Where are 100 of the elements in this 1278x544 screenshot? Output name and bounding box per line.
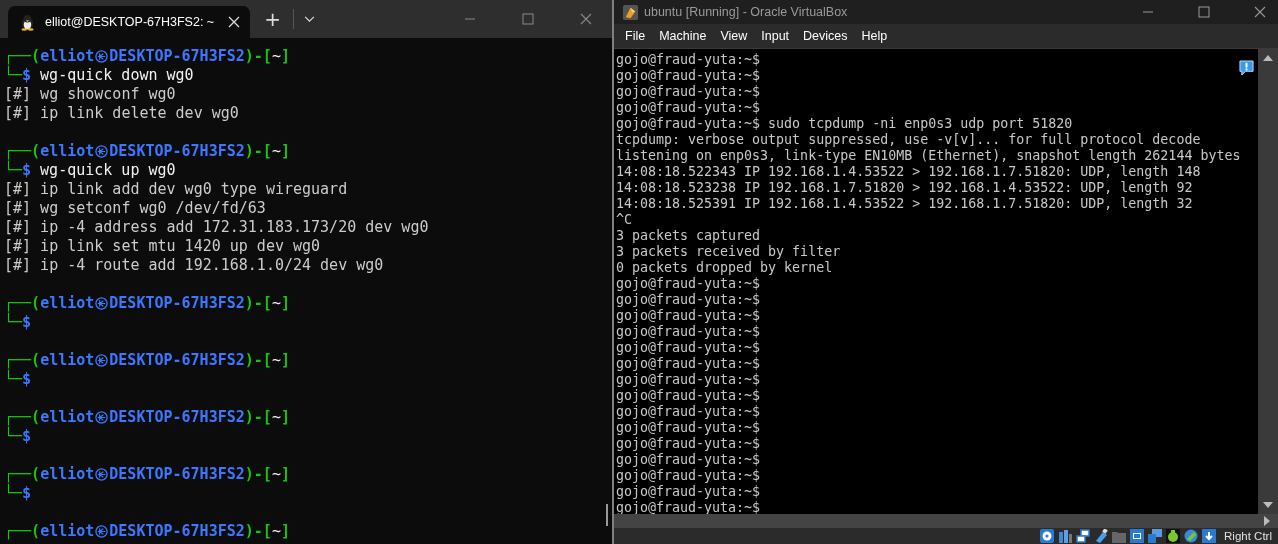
- maximize-icon[interactable]: [522, 13, 534, 25]
- console-line: gojo@fraud-yuta:~$: [616, 100, 761, 116]
- screens-icon[interactable]: [1148, 529, 1163, 543]
- vertical-scrollbar[interactable]: [1258, 49, 1278, 514]
- prompt-frame: └─: [4, 313, 23, 332]
- hostname: DESKTOP-67H3FS2: [109, 465, 245, 484]
- host-key-label: Right Ctrl: [1224, 530, 1272, 542]
- prompt-frame: ┌──(: [4, 47, 41, 66]
- dollar-sign: $: [22, 66, 32, 85]
- circled-symbol-icon: [95, 354, 109, 367]
- scroll-down-icon[interactable]: [1263, 502, 1273, 508]
- output-line: [#] ip link delete dev wg0: [4, 104, 239, 123]
- hostname: DESKTOP-67H3FS2: [109, 142, 245, 161]
- console-line: ^C: [616, 212, 632, 228]
- hostname: DESKTOP-67H3FS2: [109, 47, 245, 66]
- menu-item[interactable]: Machine: [652, 29, 714, 43]
- prompt-separator: )-[: [244, 142, 272, 161]
- console-line: 14:08:18.523238 IP 192.168.1.7.51820 > 192.168.1.4.53522: UDP, length 92: [616, 180, 1193, 196]
- output-line: [#] wg setconf wg0 /dev/fd/63: [4, 199, 266, 218]
- prompt-frame: └─: [4, 66, 23, 85]
- prompt-separator: )-[: [244, 47, 272, 66]
- console-line: 3 packets captured: [616, 228, 761, 244]
- console-line: gojo@fraud-yuta:~$: [616, 404, 761, 420]
- prompt-frame: └─: [4, 427, 23, 446]
- console-line: gojo@fraud-yuta:~$: [616, 308, 761, 324]
- prompt-frame: └─: [4, 370, 23, 389]
- output-line: [#] ip link add dev wg0 type wireguard: [4, 180, 348, 199]
- prompt-frame: ┌──(: [4, 294, 41, 313]
- console-line: gojo@fraud-yuta:~$: [616, 340, 761, 356]
- optical-disc-icon[interactable]: [1040, 529, 1055, 543]
- prompt-separator: )-[: [244, 522, 272, 541]
- prompt-frame: ┌──(: [4, 142, 41, 161]
- dollar-sign: $: [22, 313, 32, 332]
- scrollbar-thumb[interactable]: [606, 504, 608, 526]
- message-icon[interactable]: [1239, 60, 1254, 77]
- menu-item[interactable]: View: [713, 29, 755, 43]
- directory: ~: [271, 465, 281, 484]
- prompt-bracket: ]: [280, 351, 290, 370]
- prompt-frame: ┌──(: [4, 351, 41, 370]
- username: elliot: [40, 47, 95, 66]
- prompt-bracket: ]: [280, 465, 290, 484]
- prompt-separator: )-[: [244, 408, 272, 427]
- console-line: 14:08:18.525391 IP 192.168.1.4.53522 > 192.168.1.7.51820: UDP, length 32: [616, 196, 1193, 212]
- scroll-right-icon[interactable]: [1264, 516, 1270, 526]
- console-line: gojo@fraud-yuta:~$: [616, 52, 761, 68]
- circled-symbol-icon: [95, 468, 109, 481]
- hostname: DESKTOP-67H3FS2: [109, 522, 245, 541]
- maximize-icon[interactable]: [1198, 6, 1210, 18]
- command-text: wg-quick down wg0: [40, 66, 194, 85]
- console-line: gojo@fraud-yuta:~$: [616, 420, 761, 436]
- console-line: gojo@fraud-yuta:~$: [616, 452, 761, 468]
- prompt-bracket: ]: [280, 522, 290, 541]
- network-icon[interactable]: [1076, 529, 1091, 543]
- output-line: [#] ip link set mtu 1420 up dev wg0: [4, 237, 321, 256]
- console-line: 14:08:18.522343 IP 192.168.1.4.53522 > 192.168.1.7.51820: UDP, length 148: [616, 164, 1201, 180]
- penguin-icon: [20, 13, 35, 31]
- dollar-sign: $: [22, 484, 32, 503]
- prompt-bracket: ]: [280, 47, 290, 66]
- prompt-separator: )-[: [244, 465, 272, 484]
- prompt-frame: └─: [4, 484, 23, 503]
- console-line: gojo@fraud-yuta:~$: [616, 356, 761, 372]
- circled-symbol-icon: [95, 297, 109, 310]
- console-line: tcpdump: verbose output suppressed, use -v[v]... for full protocol decode: [616, 132, 1201, 148]
- terminal-tab[interactable]: elliot@DESKTOP-67H3FS2: ~: [8, 6, 251, 38]
- prompt-frame: ┌──(: [4, 408, 41, 427]
- console-line: 3 packets received by filter: [616, 244, 841, 260]
- circled-symbol-icon: [95, 50, 109, 63]
- console-line: gojo@fraud-yuta:~$: [616, 292, 761, 308]
- console-line: gojo@fraud-yuta:~$: [616, 388, 761, 404]
- menu-item[interactable]: Devices: [796, 29, 855, 43]
- menu-item[interactable]: File: [618, 29, 653, 43]
- display-icon[interactable]: [1130, 529, 1145, 543]
- username: elliot: [40, 351, 95, 370]
- window-title: ubuntu [Running] - Oracle VirtualBox: [644, 5, 848, 19]
- directory: ~: [271, 47, 281, 66]
- console-line: 0 packets dropped by kernel: [616, 260, 833, 276]
- prompt-bracket: ]: [280, 142, 290, 161]
- console-line: gojo@fraud-yuta:~$: [616, 68, 761, 84]
- menu-item[interactable]: Input: [754, 29, 797, 43]
- console-line: listening on enp0s3, link-type EN10MB (Ethernet), snapshot length 262144 bytes: [616, 148, 1241, 164]
- scroll-up-icon[interactable]: [1263, 55, 1273, 61]
- prompt-bracket: ]: [280, 408, 290, 427]
- hostname: DESKTOP-67H3FS2: [109, 408, 245, 427]
- new-tab-button[interactable]: +: [260, 9, 285, 29]
- hostname: DESKTOP-67H3FS2: [109, 351, 245, 370]
- directory: ~: [271, 522, 281, 541]
- horizontal-scrollbar[interactable]: [614, 514, 1278, 528]
- username: elliot: [40, 408, 95, 427]
- dollar-sign: $: [22, 427, 32, 446]
- circled-symbol-icon: [95, 145, 109, 158]
- chevron-down-icon[interactable]: [303, 15, 315, 23]
- prompt-frame: ┌──(: [4, 465, 41, 484]
- usb-icon[interactable]: [1094, 529, 1109, 543]
- download-icon[interactable]: [1202, 529, 1217, 543]
- close-icon[interactable]: [1254, 6, 1266, 18]
- prompt-frame: └─: [4, 161, 23, 180]
- console-line: gojo@fraud-yuta:~$: [616, 324, 761, 340]
- prompt-frame: ┌──(: [4, 522, 41, 541]
- menu-item[interactable]: Help: [854, 29, 895, 43]
- circled-symbol-icon: [95, 525, 109, 538]
